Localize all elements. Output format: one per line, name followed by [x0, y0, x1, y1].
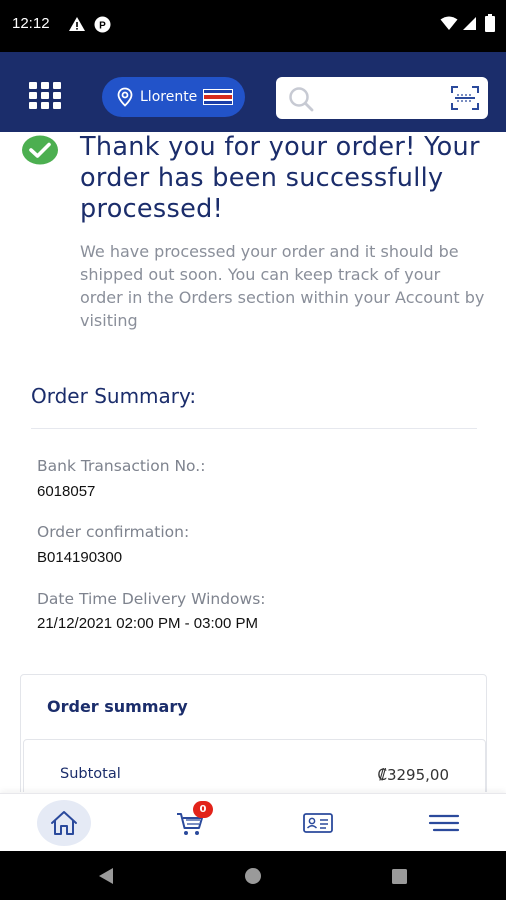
- search-icon: [289, 87, 314, 112]
- order-confirmation-value: B014190300: [37, 549, 123, 566]
- subtotal-label: Subtotal: [60, 766, 121, 782]
- back-icon[interactable]: [97, 867, 115, 885]
- confirmation-description: We have processed your order and it shou…: [80, 242, 485, 330]
- bank-transaction-label: Bank Transaction No.:: [37, 457, 206, 475]
- cart-count-badge: 0: [193, 801, 213, 818]
- search-bar[interactable]: [276, 77, 488, 119]
- confirmation-title: Thank you for your order! Your order has…: [80, 132, 480, 224]
- costa-rica-flag-icon: [203, 89, 234, 105]
- location-selector[interactable]: Llorente: [102, 77, 245, 117]
- nav-cart-button[interactable]: 0: [163, 800, 217, 846]
- status-time: 12:12: [12, 15, 50, 32]
- warning-icon: [69, 17, 85, 31]
- order-confirmation-label: Order confirmation:: [37, 523, 190, 541]
- delivery-window-label: Date Time Delivery Windows:: [37, 590, 266, 608]
- barcode-scan-icon[interactable]: [450, 85, 480, 111]
- battery-icon: [485, 14, 495, 32]
- check-circle-icon: [22, 135, 58, 165]
- home-icon: [51, 811, 77, 835]
- order-summary-card: Order summary Subtotal ₡3295,00: [20, 674, 487, 792]
- nav-home-button[interactable]: [37, 800, 91, 846]
- recents-icon[interactable]: [391, 868, 408, 885]
- svg-text:P: P: [99, 21, 106, 32]
- status-bar: 12:12 P: [0, 0, 506, 52]
- app-notification-icon: P: [94, 16, 111, 33]
- app-header: Llorente: [0, 52, 506, 132]
- apps-grid-button[interactable]: [29, 82, 61, 110]
- bottom-navigation: 0: [0, 793, 506, 851]
- delivery-window-value: 21/12/2021 02:00 PM - 03:00 PM: [37, 615, 258, 632]
- order-summary-card-title: Order summary: [47, 697, 188, 716]
- home-circle-icon[interactable]: [244, 867, 262, 885]
- system-navigation-bar: [0, 851, 506, 900]
- id-card-icon: [303, 813, 333, 833]
- bank-transaction-value: 6018057: [37, 483, 96, 500]
- nav-menu-button[interactable]: [417, 800, 471, 846]
- location-label: Llorente: [140, 89, 198, 105]
- location-pin-icon: [117, 87, 133, 107]
- subtotal-value: ₡3295,00: [377, 766, 449, 784]
- menu-icon: [428, 814, 460, 832]
- order-summary-heading: Order Summary:: [31, 384, 197, 408]
- search-input[interactable]: [320, 85, 440, 111]
- wifi-icon: [440, 16, 458, 30]
- divider: [31, 428, 477, 429]
- signal-icon: [463, 17, 476, 30]
- nav-account-card-button[interactable]: [291, 800, 345, 846]
- subtotal-row: Subtotal ₡3295,00: [23, 739, 486, 792]
- order-confirmation-content: Thank you for your order! Your order has…: [0, 132, 506, 792]
